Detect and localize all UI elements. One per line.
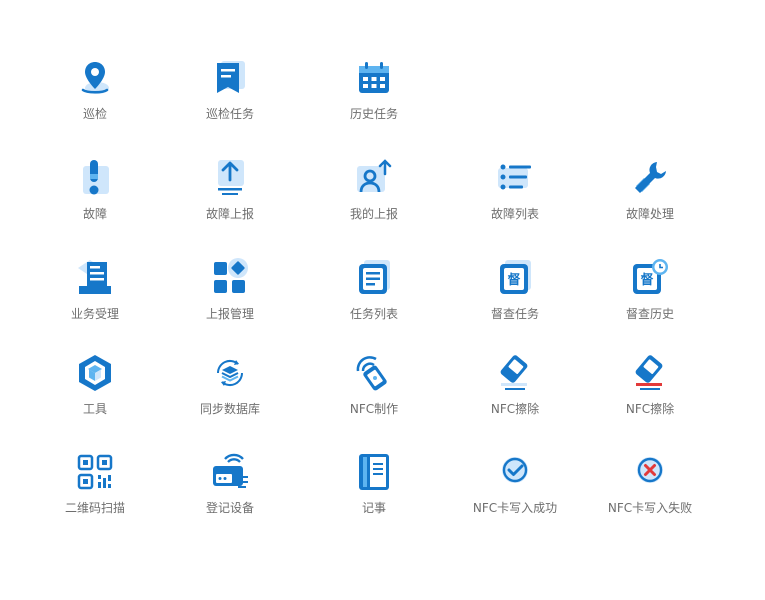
map-pin-icon [75,58,115,98]
tile-label: 巡检 [82,107,107,121]
check-circle-icon [495,452,535,492]
x-circle-icon [630,452,670,492]
tile-label: NFC擦除 [490,402,540,416]
tile-label: NFC卡写入成功 [472,501,558,515]
tile-nfc-erase-1[interactable]: NFC擦除 [460,353,570,417]
eraser-icon [495,353,535,393]
nfc-card-icon [354,353,394,393]
tile-fault-list[interactable]: 故障列表 [460,158,570,222]
tile-label: 登记设备 [205,501,254,515]
tile-fault-report[interactable]: 故障上报 [175,158,285,222]
document-tray-icon [75,258,115,298]
tile-supervise-history[interactable]: 督 督查历史 [595,258,705,322]
tile-inspection[interactable]: 巡检 [40,58,150,122]
tile-nfc-erase-2[interactable]: NFC擦除 [595,353,705,417]
tile-label: 二维码扫描 [64,501,125,515]
calendar-icon [354,58,394,98]
tile-tools[interactable]: 工具 [40,353,150,417]
tile-label: 上报管理 [205,307,254,321]
grid-apps-icon [210,258,250,298]
doc-list-icon [354,258,394,298]
tile-label: 历史任务 [349,107,398,121]
tile-label: NFC擦除 [625,402,675,416]
tile-label: 故障处理 [625,207,674,221]
tile-label: 工具 [82,402,107,416]
svg-text:督: 督 [507,272,520,288]
wrench-icon [630,158,670,198]
qr-code-icon [75,452,115,492]
tile-inspection-task[interactable]: 巡检任务 [175,58,285,122]
tile-task-list[interactable]: 任务列表 [319,258,429,322]
tile-label: 故障上报 [205,207,254,221]
svg-text:督: 督 [640,272,653,288]
tile-label: 故障列表 [490,207,539,221]
tile-label: 督查历史 [625,307,674,321]
tile-history-task[interactable]: 历史任务 [319,58,429,122]
tile-label: 同步数据库 [199,402,260,416]
tile-my-report[interactable]: 我的上报 [319,158,429,222]
tile-nfc-write-fail[interactable]: NFC卡写入失败 [595,452,705,516]
tile-label: 业务受理 [70,307,119,321]
tile-register-device[interactable]: 登记设备 [175,452,285,516]
supervise-clock-icon: 督 [630,258,670,298]
list-icon [495,158,535,198]
cube-icon [75,353,115,393]
user-upload-icon [354,158,394,198]
tile-label: 任务列表 [349,307,398,321]
tile-sync-db[interactable]: 同步数据库 [175,353,285,417]
tile-label: NFC卡写入失败 [607,501,693,515]
sync-database-icon [210,353,250,393]
eraser-red-icon [630,353,670,393]
icon-grid: 巡检 巡检任务 历史任务 故障 故障上报 我的上报 故障列表 故障处理 业务受理… [0,0,765,600]
tile-nfc-write-success[interactable]: NFC卡写入成功 [460,452,570,516]
tile-report-manage[interactable]: 上报管理 [175,258,285,322]
tile-fault-handle[interactable]: 故障处理 [595,158,705,222]
register-device-icon [210,452,250,492]
tile-supervise-task[interactable]: 督 督查任务 [460,258,570,322]
tile-label: NFC制作 [349,402,399,416]
tile-notes[interactable]: 记事 [319,452,429,516]
tile-business-accept[interactable]: 业务受理 [40,258,150,322]
tile-label: 我的上报 [349,207,398,221]
tile-label: 督查任务 [490,307,539,321]
tile-fault[interactable]: 故障 [40,158,150,222]
tile-nfc-make[interactable]: NFC制作 [319,353,429,417]
exclamation-icon [75,158,115,198]
bookmark-list-icon [210,58,250,98]
tile-label: 记事 [361,501,386,515]
tile-qr-scan[interactable]: 二维码扫描 [40,452,150,516]
tile-label: 巡检任务 [205,107,254,121]
supervise-icon: 督 [495,258,535,298]
notebook-icon [354,452,394,492]
tile-label: 故障 [82,207,107,221]
upload-icon [210,158,250,198]
